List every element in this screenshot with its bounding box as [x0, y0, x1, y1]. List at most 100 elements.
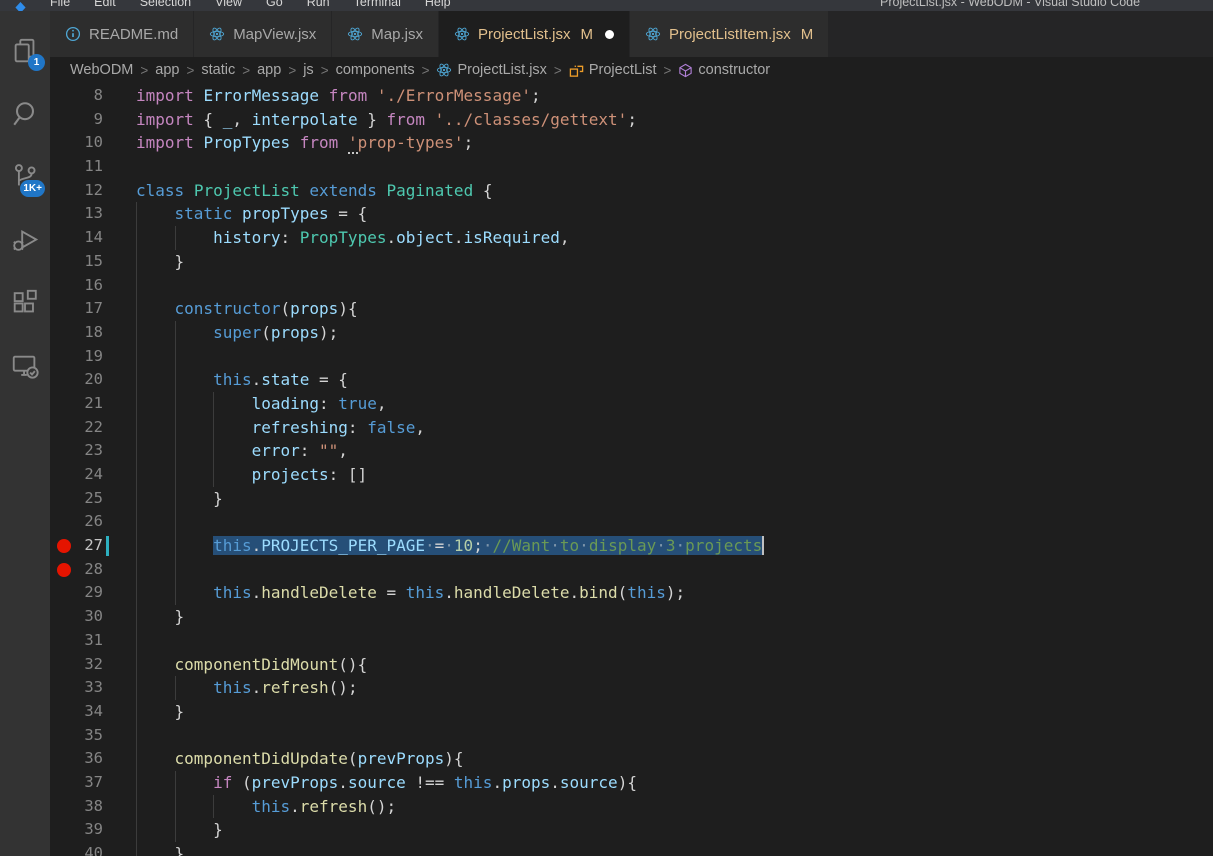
code-line-content[interactable]: } — [136, 250, 184, 274]
code-token — [136, 749, 175, 768]
code-line-content[interactable]: this.refresh(); — [136, 795, 396, 819]
code-line-content[interactable]: history: PropTypes.object.isRequired, — [136, 226, 570, 250]
line-number[interactable]: 36 — [50, 747, 103, 771]
code-line-content[interactable]: this.handleDelete = this.handleDelete.bi… — [136, 581, 685, 605]
line-number[interactable]: 31 — [50, 629, 103, 653]
line-number[interactable]: 15 — [50, 250, 103, 274]
line-number[interactable]: 25 — [50, 487, 103, 511]
code-line-content[interactable]: refreshing: false, — [136, 416, 425, 440]
code-line-content[interactable]: } — [136, 818, 223, 842]
line-number[interactable]: 8 — [50, 84, 103, 108]
tab-projectlistitem.jsx[interactable]: ProjectListItem.jsxM — [630, 11, 829, 57]
dirty-indicator[interactable] — [605, 30, 614, 39]
code-token — [425, 110, 435, 129]
source-control-button[interactable]: 1K+ — [0, 145, 50, 208]
tab-map.jsx[interactable]: Map.jsx — [332, 11, 439, 57]
run-and-debug-button[interactable] — [0, 208, 50, 271]
line-number[interactable]: 29 — [50, 581, 103, 605]
breadcrumb-item-components[interactable]: components — [336, 62, 415, 78]
code-token: super — [213, 323, 261, 342]
code-line-content[interactable]: error: "", — [136, 439, 348, 463]
code-line-content[interactable]: loading: true, — [136, 392, 386, 416]
line-number[interactable]: 9 — [50, 108, 103, 132]
line-number[interactable]: 22 — [50, 416, 103, 440]
line-number[interactable]: 40 — [50, 842, 103, 856]
code-line-content[interactable]: componentDidUpdate(prevProps){ — [136, 747, 464, 771]
menu-selection[interactable]: Selection — [128, 0, 203, 11]
line-number[interactable]: 24 — [50, 463, 103, 487]
code-line-content[interactable]: import PropTypes from 'prop-types'; — [136, 131, 473, 155]
breadcrumb-item-webodm[interactable]: WebODM — [70, 62, 133, 78]
line-number[interactable]: 16 — [50, 274, 103, 298]
code-line-content[interactable]: static propTypes = { — [136, 202, 367, 226]
code-token: . — [252, 583, 262, 602]
code-line-content[interactable]: this.state = { — [136, 368, 348, 392]
tab-readme.md[interactable]: README.md — [50, 11, 194, 57]
tab-mapview.jsx[interactable]: MapView.jsx — [194, 11, 332, 57]
line-number[interactable]: 30 — [50, 605, 103, 629]
code-token: ( — [348, 749, 358, 768]
breadcrumb-item-constructor[interactable]: constructor — [678, 62, 770, 78]
line-number[interactable]: 21 — [50, 392, 103, 416]
line-number[interactable]: 14 — [50, 226, 103, 250]
breadcrumb-item-projectlist.jsx[interactable]: ProjectList.jsx — [436, 62, 546, 78]
code-line-31: 31 — [50, 629, 1213, 653]
line-number[interactable]: 32 — [50, 653, 103, 677]
code-editor[interactable]: 8 import ErrorMessage from './ErrorMessag… — [50, 83, 1213, 856]
code-line-content[interactable]: projects: [] — [136, 463, 367, 487]
line-number[interactable]: 10 — [50, 131, 103, 155]
breadcrumb-item-app[interactable]: app — [155, 62, 179, 78]
line-number[interactable]: 12 — [50, 179, 103, 203]
line-number[interactable]: 13 — [50, 202, 103, 226]
line-number[interactable]: 18 — [50, 321, 103, 345]
line-number[interactable]: 33 — [50, 676, 103, 700]
line-number[interactable]: 38 — [50, 795, 103, 819]
line-number[interactable]: 34 — [50, 700, 103, 724]
remote-explorer-button[interactable] — [0, 334, 50, 397]
code-token — [136, 678, 213, 697]
menu-file[interactable]: File — [38, 0, 82, 11]
code-line-content[interactable]: constructor(props){ — [136, 297, 358, 321]
line-number[interactable]: 28 — [50, 558, 103, 582]
line-number[interactable]: 39 — [50, 818, 103, 842]
code-line-content[interactable]: } — [136, 842, 184, 856]
menu-terminal[interactable]: Terminal — [342, 0, 413, 11]
breadcrumb-item-js[interactable]: js — [303, 62, 313, 78]
line-number[interactable]: 17 — [50, 297, 103, 321]
menu-run[interactable]: Run — [295, 0, 342, 11]
code-token — [290, 133, 300, 152]
breadcrumb-item-projectlist[interactable]: ProjectList — [569, 62, 657, 78]
code-line-content[interactable]: class ProjectList extends Paginated { — [136, 179, 492, 203]
breadcrumb-item-static[interactable]: static — [201, 62, 235, 78]
code-line-content[interactable]: this.PROJECTS_PER_PAGE·=·10;·//Want·to·d… — [136, 534, 764, 558]
line-number[interactable]: 11 — [50, 155, 103, 179]
menu-view[interactable]: View — [203, 0, 254, 11]
code-line-content[interactable]: import ErrorMessage from './ErrorMessage… — [136, 84, 541, 108]
code-line-content[interactable]: componentDidMount(){ — [136, 653, 367, 677]
code-line-content[interactable]: super(props); — [136, 321, 338, 345]
explorer-button[interactable]: 1 — [0, 19, 50, 82]
code-line-content[interactable]: } — [136, 605, 184, 629]
line-number[interactable]: 26 — [50, 510, 103, 534]
chevron-right-icon: > — [321, 63, 329, 78]
code-line-content[interactable]: if (prevProps.source !== this.props.sour… — [136, 771, 637, 795]
line-number[interactable]: 19 — [50, 345, 103, 369]
line-number[interactable]: 37 — [50, 771, 103, 795]
code-line-content[interactable]: this.refresh(); — [136, 676, 358, 700]
line-number[interactable]: 35 — [50, 724, 103, 748]
code-line-content[interactable]: import { _, interpolate } from '../class… — [136, 108, 637, 132]
menu-go[interactable]: Go — [254, 0, 295, 11]
line-number[interactable]: 27 — [50, 534, 103, 558]
menu-help[interactable]: Help — [413, 0, 463, 11]
line-number[interactable]: 20 — [50, 368, 103, 392]
code-line-content[interactable]: } — [136, 487, 223, 511]
tab-projectlist.jsx[interactable]: ProjectList.jsxM — [439, 11, 630, 57]
breadcrumb-item-app[interactable]: app — [257, 62, 281, 78]
menu-edit[interactable]: Edit — [82, 0, 128, 11]
code-token: ; — [464, 133, 474, 152]
extensions-button[interactable] — [0, 271, 50, 334]
code-line-content[interactable]: } — [136, 700, 184, 724]
line-number[interactable]: 23 — [50, 439, 103, 463]
code-token: (); — [367, 797, 396, 816]
search-button[interactable] — [0, 82, 50, 145]
